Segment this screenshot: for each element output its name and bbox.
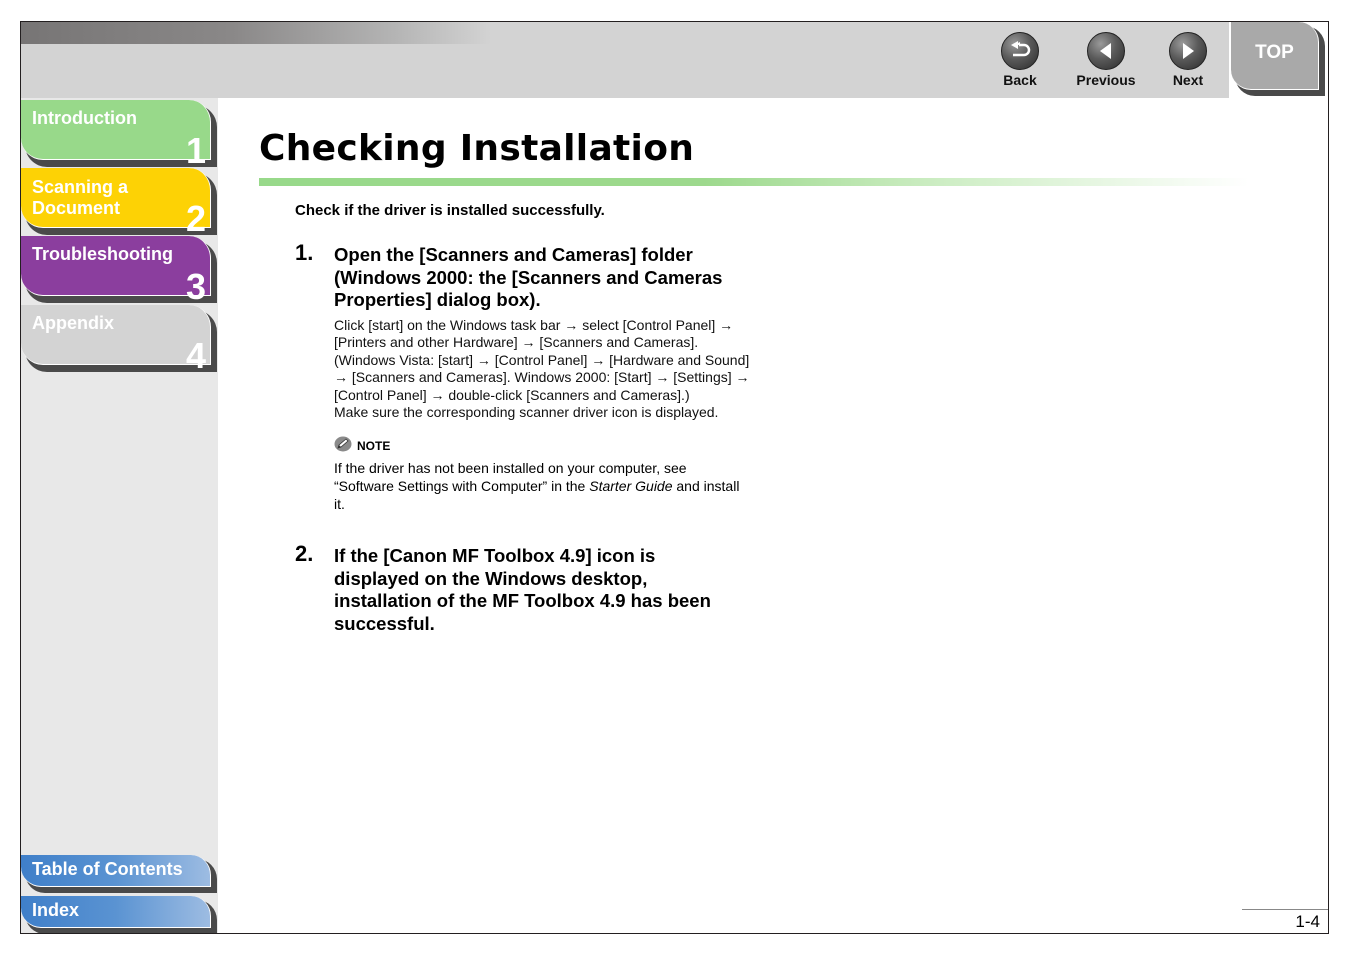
intro-text: Check if the driver is installed success…	[295, 202, 605, 219]
note-text: If the driver has not been installed on …	[334, 460, 740, 513]
index-label: Index	[32, 900, 80, 920]
step-number: 2.	[295, 541, 314, 566]
step-heading: If the [Canon MF Toolbox 4.9] icon is di…	[334, 545, 711, 634]
top-tab: TOP	[1229, 22, 1328, 98]
page-title: Checking Installation	[259, 128, 695, 169]
title-underline	[259, 178, 1249, 186]
table-of-contents-label: Table of Contents	[32, 859, 183, 879]
chapter-number: 3	[185, 266, 206, 307]
back-label: Back	[1003, 72, 1037, 88]
main-content: Checking Installation Check if the drive…	[218, 98, 1328, 933]
manual-page: Back Previous Next TOP Introduction 1 Sc…	[20, 21, 1329, 934]
sidebar-item-scanning-a-document[interactable]: Scanning a Document 2	[21, 168, 218, 239]
back-arrow-icon	[1001, 32, 1039, 70]
step-heading: Open the [Scanners and Cameras] folder (…	[334, 244, 723, 310]
chapter-title: Appendix	[32, 313, 115, 333]
sidebar-item-appendix[interactable]: Appendix 4	[21, 305, 218, 376]
back-button[interactable]: Back	[985, 32, 1055, 88]
step-body: Click [start] on the Windows task bar → …	[334, 316, 750, 421]
previous-label: Previous	[1076, 72, 1136, 88]
step-2: 2. If the [Canon MF Toolbox 4.9] icon is…	[295, 541, 755, 635]
note-box: NOTE If the driver has not been installe…	[334, 436, 755, 513]
starter-guide-reference: Starter Guide	[589, 478, 673, 495]
step-number: 1.	[295, 240, 314, 265]
top-button[interactable]: TOP	[1231, 22, 1319, 90]
pencil-icon	[334, 436, 352, 455]
chapter-title: Troubleshooting	[32, 244, 173, 264]
chapter-number: 2	[185, 198, 206, 239]
top-bar: Back Previous Next	[21, 22, 1229, 98]
page-number: 1-4	[1242, 909, 1328, 933]
index-button[interactable]: Index	[21, 896, 218, 933]
top-bar-gradient	[21, 22, 491, 44]
next-label: Next	[1172, 72, 1204, 88]
chapter-title: Introduction	[32, 108, 137, 128]
previous-button[interactable]: Previous	[1071, 32, 1141, 88]
right-triangle-icon	[1169, 32, 1207, 70]
sidebar: Introduction 1 Scanning a Document 2 Tro…	[21, 98, 218, 933]
note-label: NOTE	[357, 438, 391, 453]
left-triangle-icon	[1087, 32, 1125, 70]
next-button[interactable]: Next	[1153, 32, 1223, 88]
chapter-number: 1	[185, 130, 206, 171]
step-1: 1. Open the [Scanners and Cameras] folde…	[295, 240, 755, 513]
table-of-contents-button[interactable]: Table of Contents	[21, 855, 218, 893]
chapter-title: Scanning a Document	[32, 177, 129, 218]
sidebar-item-troubleshooting[interactable]: Troubleshooting 3	[21, 236, 218, 307]
sidebar-item-introduction[interactable]: Introduction 1	[21, 100, 218, 171]
chapter-number: 4	[185, 335, 206, 376]
